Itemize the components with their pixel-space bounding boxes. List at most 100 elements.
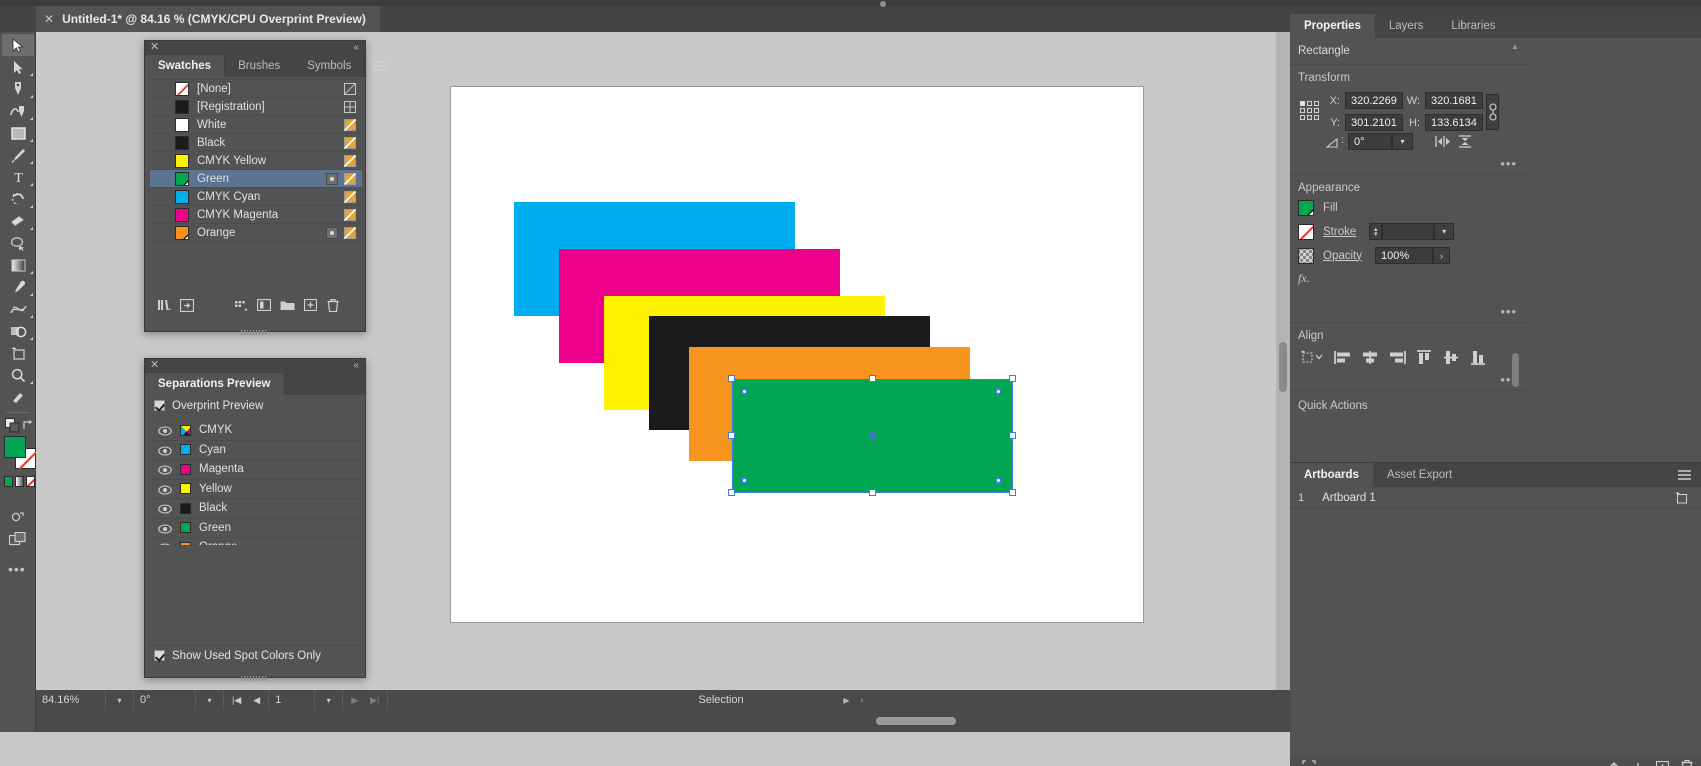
tab-symbols[interactable]: Symbols [294, 55, 366, 77]
swatch-options-button[interactable] [254, 296, 274, 314]
tab-swatches[interactable]: Swatches [145, 55, 226, 77]
align-vertical-center-icon[interactable] [1440, 348, 1461, 366]
h-input[interactable]: 133.6134 [1425, 114, 1483, 131]
tab-libraries[interactable]: Libraries [1437, 14, 1509, 38]
x-input[interactable]: 320.2269 [1345, 92, 1403, 109]
selection-handle-ml[interactable] [728, 432, 735, 439]
rotation-dropdown-button[interactable]: ▾ [196, 690, 224, 710]
swatch-row-registration[interactable]: [Registration] [150, 98, 362, 116]
stroke-color-chip[interactable] [1298, 223, 1314, 240]
rectangle-tool[interactable] [0, 122, 36, 144]
zoom-level-field[interactable]: 84.16% [36, 690, 106, 710]
opacity-input[interactable]: 100% [1375, 247, 1433, 264]
gradient-tool[interactable] [0, 254, 36, 276]
scrollbar-thumb[interactable] [876, 717, 956, 725]
opacity-row[interactable]: Opacity 100% › [1290, 247, 1529, 264]
tab-separations-preview[interactable]: Separations Preview [145, 373, 285, 395]
scrollbar-thumb[interactable] [1279, 342, 1287, 392]
selection-handle-tr[interactable] [1009, 375, 1016, 382]
rotate-tool[interactable] [0, 188, 36, 210]
plate-row-black[interactable]: Black [150, 499, 362, 519]
panel-menu-icon[interactable] [365, 55, 394, 77]
zoom-dropdown-button[interactable]: ▾ [106, 690, 134, 710]
separation-plates-list[interactable]: CMYK Cyan Magenta Yellow Black Green [150, 421, 362, 558]
visibility-eye-icon[interactable] [158, 425, 172, 436]
measure-tool[interactable] [0, 386, 36, 408]
new-swatch-button[interactable] [300, 296, 320, 314]
fill-swatch[interactable] [4, 436, 26, 458]
visibility-eye-icon[interactable] [158, 523, 172, 534]
swatch-row-orange[interactable]: Orange [150, 224, 362, 242]
fill-stroke-proxy[interactable] [4, 436, 36, 470]
curvature-tool[interactable] [0, 100, 36, 122]
lasso-tool[interactable] [0, 232, 36, 254]
flip-horizontal-icon[interactable] [1435, 135, 1451, 151]
down-arrow-icon[interactable] [1632, 761, 1644, 766]
swatch-row-cmyk-magenta[interactable]: CMYK Magenta [150, 206, 362, 224]
selection-tool[interactable] [0, 34, 36, 56]
previous-artboard-icon[interactable]: ◀ [248, 695, 265, 706]
tab-asset-export[interactable]: Asset Export [1373, 463, 1466, 487]
tab-layers[interactable]: Layers [1375, 14, 1438, 38]
properties-scrollbar[interactable] [1510, 38, 1520, 462]
close-icon[interactable]: ✕ [150, 41, 159, 54]
add-to-library-button[interactable] [177, 296, 197, 314]
delete-artboard-button[interactable] [1681, 759, 1693, 766]
align-top-icon[interactable] [1413, 348, 1434, 366]
artboard-number-field[interactable]: 1 [269, 690, 316, 710]
chevron-down-icon[interactable]: ▾ [1434, 223, 1455, 240]
stroke-row[interactable]: Stroke ▴ ▾ ▾ [1290, 223, 1529, 240]
first-artboard-icon[interactable]: |◀ [227, 695, 246, 706]
selection-handle-bl[interactable] [728, 489, 735, 496]
gradient-button[interactable] [15, 476, 24, 487]
overprint-preview-checkbox-row[interactable]: Overprint Preview [145, 395, 365, 416]
tab-brushes[interactable]: Brushes [225, 55, 295, 77]
up-arrow-icon[interactable] [1608, 761, 1620, 766]
separations-panel-titlebar[interactable]: ✕ « [145, 359, 365, 373]
swatch-libraries-button[interactable] [154, 296, 174, 314]
align-horizontal-center-icon[interactable] [1359, 348, 1380, 366]
collapse-icon[interactable]: « [353, 41, 359, 55]
plate-row-yellow[interactable]: Yellow [150, 480, 362, 499]
color-button[interactable] [4, 476, 13, 487]
align-right-icon[interactable] [1386, 348, 1407, 366]
fill-color-chip[interactable] [1298, 200, 1314, 216]
stroke-weight-stepper[interactable]: ▴ ▾ [1369, 223, 1383, 240]
w-input[interactable]: 320.1681 [1425, 92, 1483, 109]
selection-handle-br[interactable] [1009, 489, 1016, 496]
stroke-weight-input[interactable] [1382, 223, 1435, 240]
eyedropper-tool[interactable] [0, 276, 36, 298]
visibility-eye-icon[interactable] [158, 464, 172, 475]
status-menu-icon[interactable]: ▶ [843, 696, 849, 705]
plate-row-cmyk[interactable]: CMYK [150, 421, 362, 441]
fx-button[interactable]: fx. [1290, 271, 1529, 286]
close-icon[interactable]: ✕ [150, 359, 159, 372]
artboard-1[interactable] [450, 86, 1144, 623]
artboard-tool[interactable] [0, 342, 36, 364]
show-swatch-kinds-button[interactable] [231, 296, 251, 314]
overprint-preview-checkbox[interactable] [154, 400, 165, 411]
new-color-group-button[interactable] [277, 296, 297, 314]
swatch-row-white[interactable]: White [150, 116, 362, 134]
anchor-point-tl[interactable] [741, 388, 748, 395]
tool-status-field[interactable]: Selection ▶ ‹ [388, 690, 1290, 710]
align-left-icon[interactable] [1332, 348, 1353, 366]
swap-fill-stroke-icon[interactable] [22, 419, 34, 434]
direct-selection-tool[interactable] [0, 56, 36, 78]
visibility-eye-icon[interactable] [158, 503, 172, 514]
shape-builder-tool[interactable] [0, 320, 36, 342]
plate-row-green[interactable]: Green [150, 519, 362, 538]
panel-menu-icon[interactable] [1670, 463, 1701, 487]
blend-tool[interactable] [0, 298, 36, 320]
type-tool[interactable]: T [0, 166, 36, 188]
color-mode-buttons[interactable] [4, 476, 36, 488]
show-used-spot-colors-row[interactable]: Show Used Spot Colors Only [150, 645, 362, 665]
panel-resize-grip[interactable] [241, 324, 269, 335]
artboard-row-1[interactable]: 1 Artboard 1 [1290, 487, 1701, 509]
swatch-row-cmyk-cyan[interactable]: CMYK Cyan [150, 188, 362, 206]
canvas-vertical-scrollbar[interactable] [1276, 32, 1290, 690]
screen-mode-icon[interactable] [8, 531, 26, 549]
draw-mode-icon[interactable] [10, 510, 25, 527]
paintbrush-tool[interactable] [0, 144, 36, 166]
visibility-eye-icon[interactable] [158, 445, 172, 456]
